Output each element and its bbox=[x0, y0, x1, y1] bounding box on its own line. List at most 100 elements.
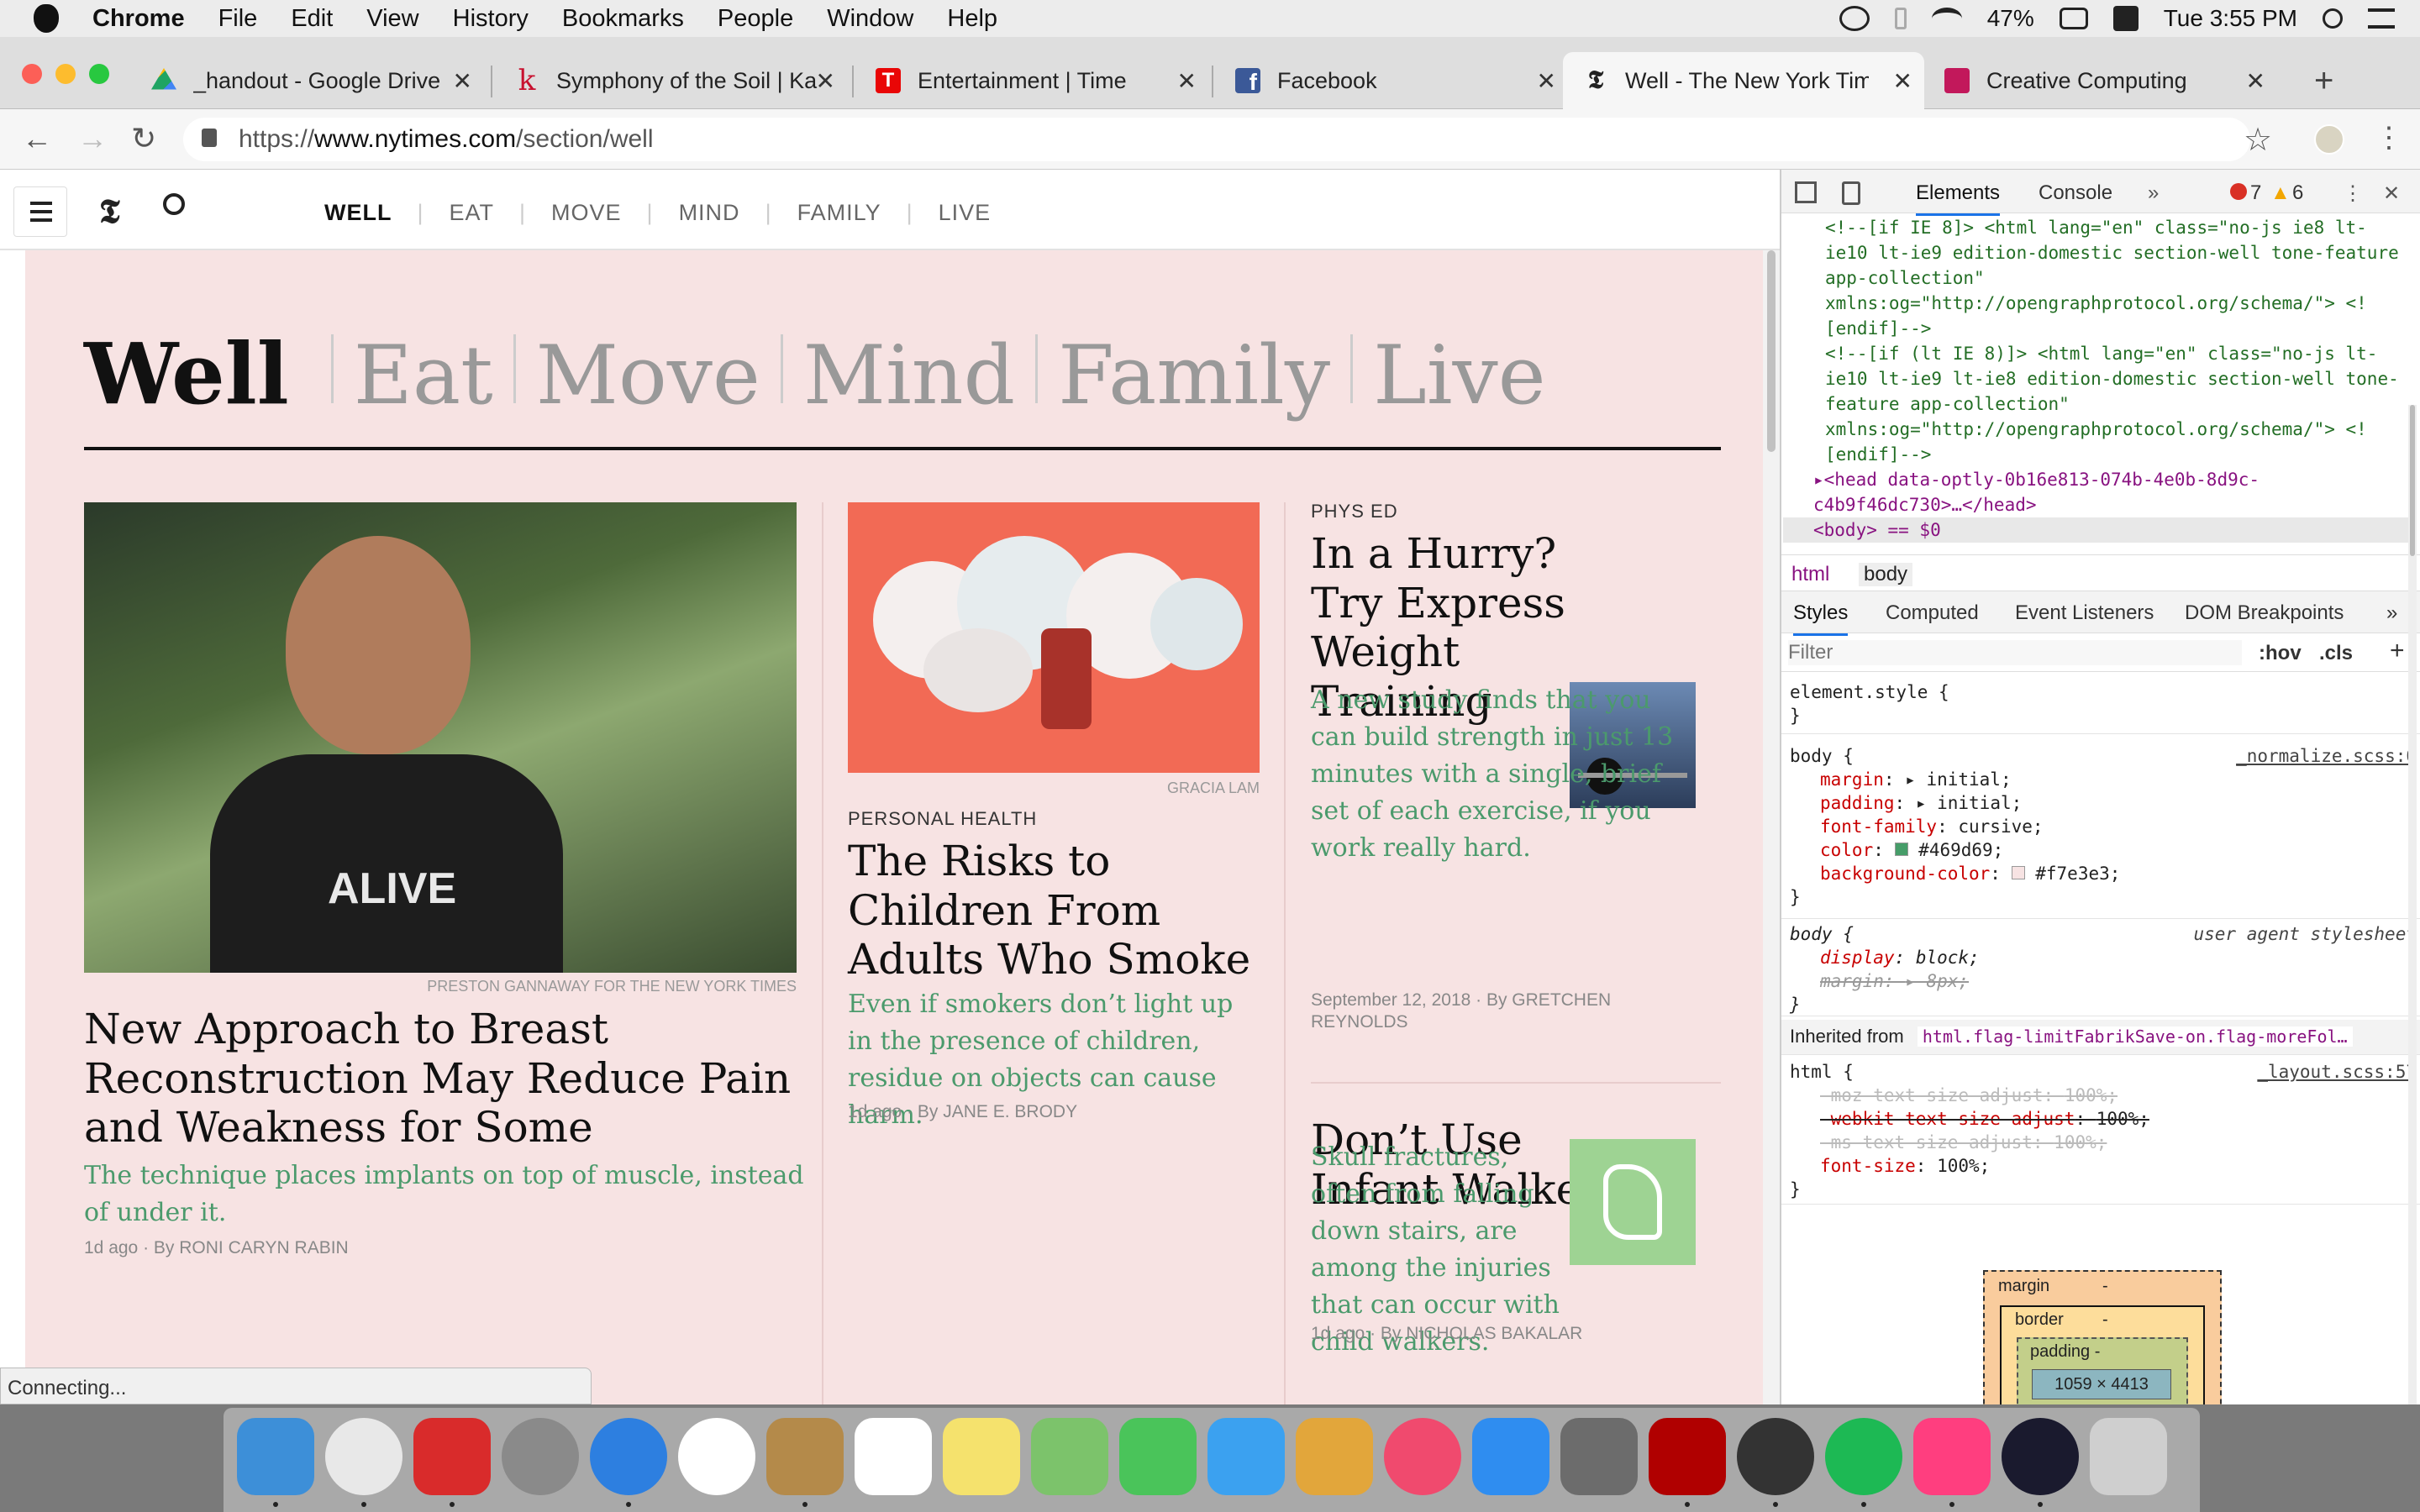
prop-name[interactable]: font-size bbox=[1820, 1156, 1916, 1176]
spotlight-icon[interactable] bbox=[2323, 8, 2343, 29]
devtools-scroll-thumb[interactable] bbox=[2410, 405, 2415, 556]
system-preferences-icon[interactable] bbox=[1560, 1418, 1638, 1495]
menu-people[interactable]: People bbox=[718, 5, 793, 33]
tab-well-nytimes[interactable]: 𝕿 Well - The New York Time ✕ bbox=[1563, 52, 1924, 109]
box-margin-value[interactable]: - bbox=[2102, 1277, 2108, 1296]
tab-google-drive[interactable]: _handout - Google Drive ✕ bbox=[131, 52, 484, 109]
tab-elements[interactable]: Elements bbox=[1916, 181, 2001, 216]
article-photo-woman[interactable]: ALIVE bbox=[84, 502, 797, 973]
box-border-value[interactable]: - bbox=[2102, 1310, 2108, 1330]
body-rule[interactable]: body {_normalize.scss:6 margin: ▸ initia… bbox=[1781, 744, 2420, 919]
close-tab-icon[interactable]: ✕ bbox=[1893, 67, 1912, 95]
prop-value[interactable]: 100%; bbox=[1937, 1156, 1990, 1176]
section-link-move[interactable]: Move bbox=[536, 328, 760, 423]
minimize-window-button[interactable] bbox=[55, 64, 76, 84]
error-count[interactable]: 7 bbox=[2250, 181, 2261, 205]
prop-value[interactable]: ▸ initial; bbox=[1916, 793, 2022, 813]
battery-icon[interactable] bbox=[2059, 8, 2088, 29]
menu-file[interactable]: File bbox=[218, 5, 258, 33]
close-tab-icon[interactable]: ✕ bbox=[816, 67, 835, 95]
launchpad-icon[interactable] bbox=[502, 1418, 579, 1495]
box-model-diagram[interactable]: margin - border - padding - 1059 × 4413 bbox=[1983, 1270, 2222, 1423]
close-tab-icon[interactable]: ✕ bbox=[1537, 67, 1556, 95]
article-kicker[interactable]: PHYS ED bbox=[1311, 501, 1398, 522]
warning-icon[interactable]: ▲ bbox=[2270, 181, 2291, 205]
article-summary[interactable]: A new study finds that you can build str… bbox=[1311, 682, 1697, 867]
dom-node-comment[interactable]: <!--[if (lt IE 8)]> <html lang="en" clas… bbox=[1825, 341, 2408, 467]
element-style-rule[interactable]: element.style { } bbox=[1781, 680, 2420, 734]
article-kicker[interactable]: PERSONAL HEALTH bbox=[848, 808, 1037, 830]
article-illustration-smoke[interactable] bbox=[848, 502, 1260, 773]
contacts-icon[interactable] bbox=[766, 1418, 844, 1495]
subtab-computed[interactable]: Computed bbox=[1886, 601, 1979, 625]
profile-avatar[interactable] bbox=[2314, 124, 2344, 155]
nav-link-eat[interactable]: EAT bbox=[424, 200, 520, 226]
prop-name[interactable]: -webkit-text-size-adjust bbox=[1820, 1109, 2075, 1129]
app-store-icon[interactable] bbox=[1472, 1418, 1549, 1495]
github-desktop-icon[interactable] bbox=[1737, 1418, 1814, 1495]
menu-view[interactable]: View bbox=[366, 5, 418, 33]
device-toggle-icon[interactable] bbox=[1842, 181, 1860, 205]
menu-edit[interactable]: Edit bbox=[291, 5, 333, 33]
hov-toggle[interactable]: :hov bbox=[2259, 642, 2302, 665]
cls-toggle[interactable]: .cls bbox=[2319, 642, 2353, 665]
nav-link-move[interactable]: MOVE bbox=[526, 200, 647, 226]
tab-facebook[interactable]: f Facebook ✕ bbox=[1215, 52, 1568, 109]
notes-icon[interactable] bbox=[943, 1418, 1020, 1495]
devtools-scrollbar[interactable] bbox=[2408, 405, 2417, 1413]
subtab-event-listeners[interactable]: Event Listeners bbox=[2015, 601, 2154, 625]
prop-value[interactable]: cursive; bbox=[1958, 816, 2043, 837]
close-window-button[interactable] bbox=[22, 64, 42, 84]
back-arrow-icon[interactable]: ← bbox=[22, 121, 52, 156]
prop-value[interactable]: ▸ initial; bbox=[1905, 769, 2011, 790]
menu-bookmarks[interactable]: Bookmarks bbox=[562, 5, 684, 33]
article-summary[interactable]: The technique places implants on top of … bbox=[84, 1158, 807, 1231]
rule-source-link[interactable]: _layout.scss:57 bbox=[2257, 1060, 2417, 1084]
close-tab-icon[interactable]: ✕ bbox=[1177, 67, 1197, 95]
forward-arrow-icon[interactable]: → bbox=[77, 121, 108, 156]
article-headline[interactable]: New Approach to Breast Reconstruction Ma… bbox=[84, 1005, 807, 1152]
bookmark-star-icon[interactable]: ☆ bbox=[2244, 121, 2272, 159]
error-icon[interactable] bbox=[2230, 183, 2247, 200]
more-subtabs-icon[interactable]: » bbox=[2386, 601, 2397, 625]
calendar-icon[interactable] bbox=[855, 1418, 932, 1495]
prop-value[interactable]: 100%; bbox=[2096, 1109, 2149, 1129]
menu-window[interactable]: Window bbox=[827, 5, 913, 33]
creative-cloud-icon[interactable] bbox=[1839, 6, 1870, 31]
html-rule[interactable]: html {_layout.scss:57 -moz-text-size-adj… bbox=[1781, 1060, 2420, 1205]
dom-node-head[interactable]: ▸<head data-optly-0b16e813-074b-4e0b-8d9… bbox=[1813, 467, 2408, 517]
inherited-from-link[interactable]: html.flag-limitFabrikSave-on.flag-moreFo… bbox=[1917, 1026, 2353, 1047]
tab-time[interactable]: T Entertainment | Time ✕ bbox=[855, 52, 1208, 109]
tab-creative-computing[interactable]: Creative Computing ✕ bbox=[1924, 52, 2277, 109]
finder-icon[interactable] bbox=[237, 1418, 314, 1495]
tab-symphony-of-the-soil[interactable]: k Symphony of the Soil | Ka ✕ bbox=[494, 52, 847, 109]
breadcrumb-body[interactable]: body bbox=[1859, 563, 1913, 586]
menu-history[interactable]: History bbox=[453, 5, 529, 33]
messages-icon[interactable] bbox=[1207, 1418, 1285, 1495]
search-icon[interactable] bbox=[163, 193, 185, 215]
warning-count[interactable]: 6 bbox=[2292, 181, 2303, 205]
notification-center-icon[interactable] bbox=[2368, 8, 2395, 29]
atom-icon[interactable] bbox=[2002, 1418, 2079, 1495]
devtools-menu-icon[interactable]: ⋮ bbox=[2343, 181, 2363, 206]
itunes-icon[interactable] bbox=[1384, 1418, 1461, 1495]
facetime-icon[interactable] bbox=[1119, 1418, 1197, 1495]
box-content-size[interactable]: 1059 × 4413 bbox=[2032, 1369, 2171, 1399]
dom-node-body-selected[interactable]: <body> == $0 bbox=[1783, 517, 2408, 543]
input-source-icon[interactable] bbox=[2112, 6, 2139, 31]
new-tab-button[interactable]: + bbox=[2294, 52, 2344, 109]
dom-node-comment[interactable]: <!--[if IE 8]> <html lang="en" class="no… bbox=[1825, 215, 2408, 341]
wifi-icon[interactable] bbox=[1931, 8, 1962, 29]
zoom-window-button[interactable] bbox=[89, 64, 109, 84]
close-tab-icon[interactable]: ✕ bbox=[453, 67, 472, 95]
user-agent-rule[interactable]: body {user agent stylesheet display: blo… bbox=[1781, 922, 2420, 1016]
section-link-family[interactable]: Family bbox=[1058, 328, 1330, 423]
menu-app-name[interactable]: Chrome bbox=[92, 5, 185, 33]
nav-link-well[interactable]: WELL bbox=[324, 200, 417, 226]
prop-name[interactable]: -ms-text-size-adjust bbox=[1820, 1132, 2033, 1152]
prop-value[interactable]: 100%; bbox=[2065, 1085, 2118, 1105]
section-link-eat[interactable]: Eat bbox=[354, 328, 493, 423]
styles-filter-input[interactable] bbox=[1788, 640, 2242, 665]
spotify-icon[interactable] bbox=[1825, 1418, 1902, 1495]
subtab-dom-breakpoints[interactable]: DOM Breakpoints bbox=[2185, 601, 2344, 625]
